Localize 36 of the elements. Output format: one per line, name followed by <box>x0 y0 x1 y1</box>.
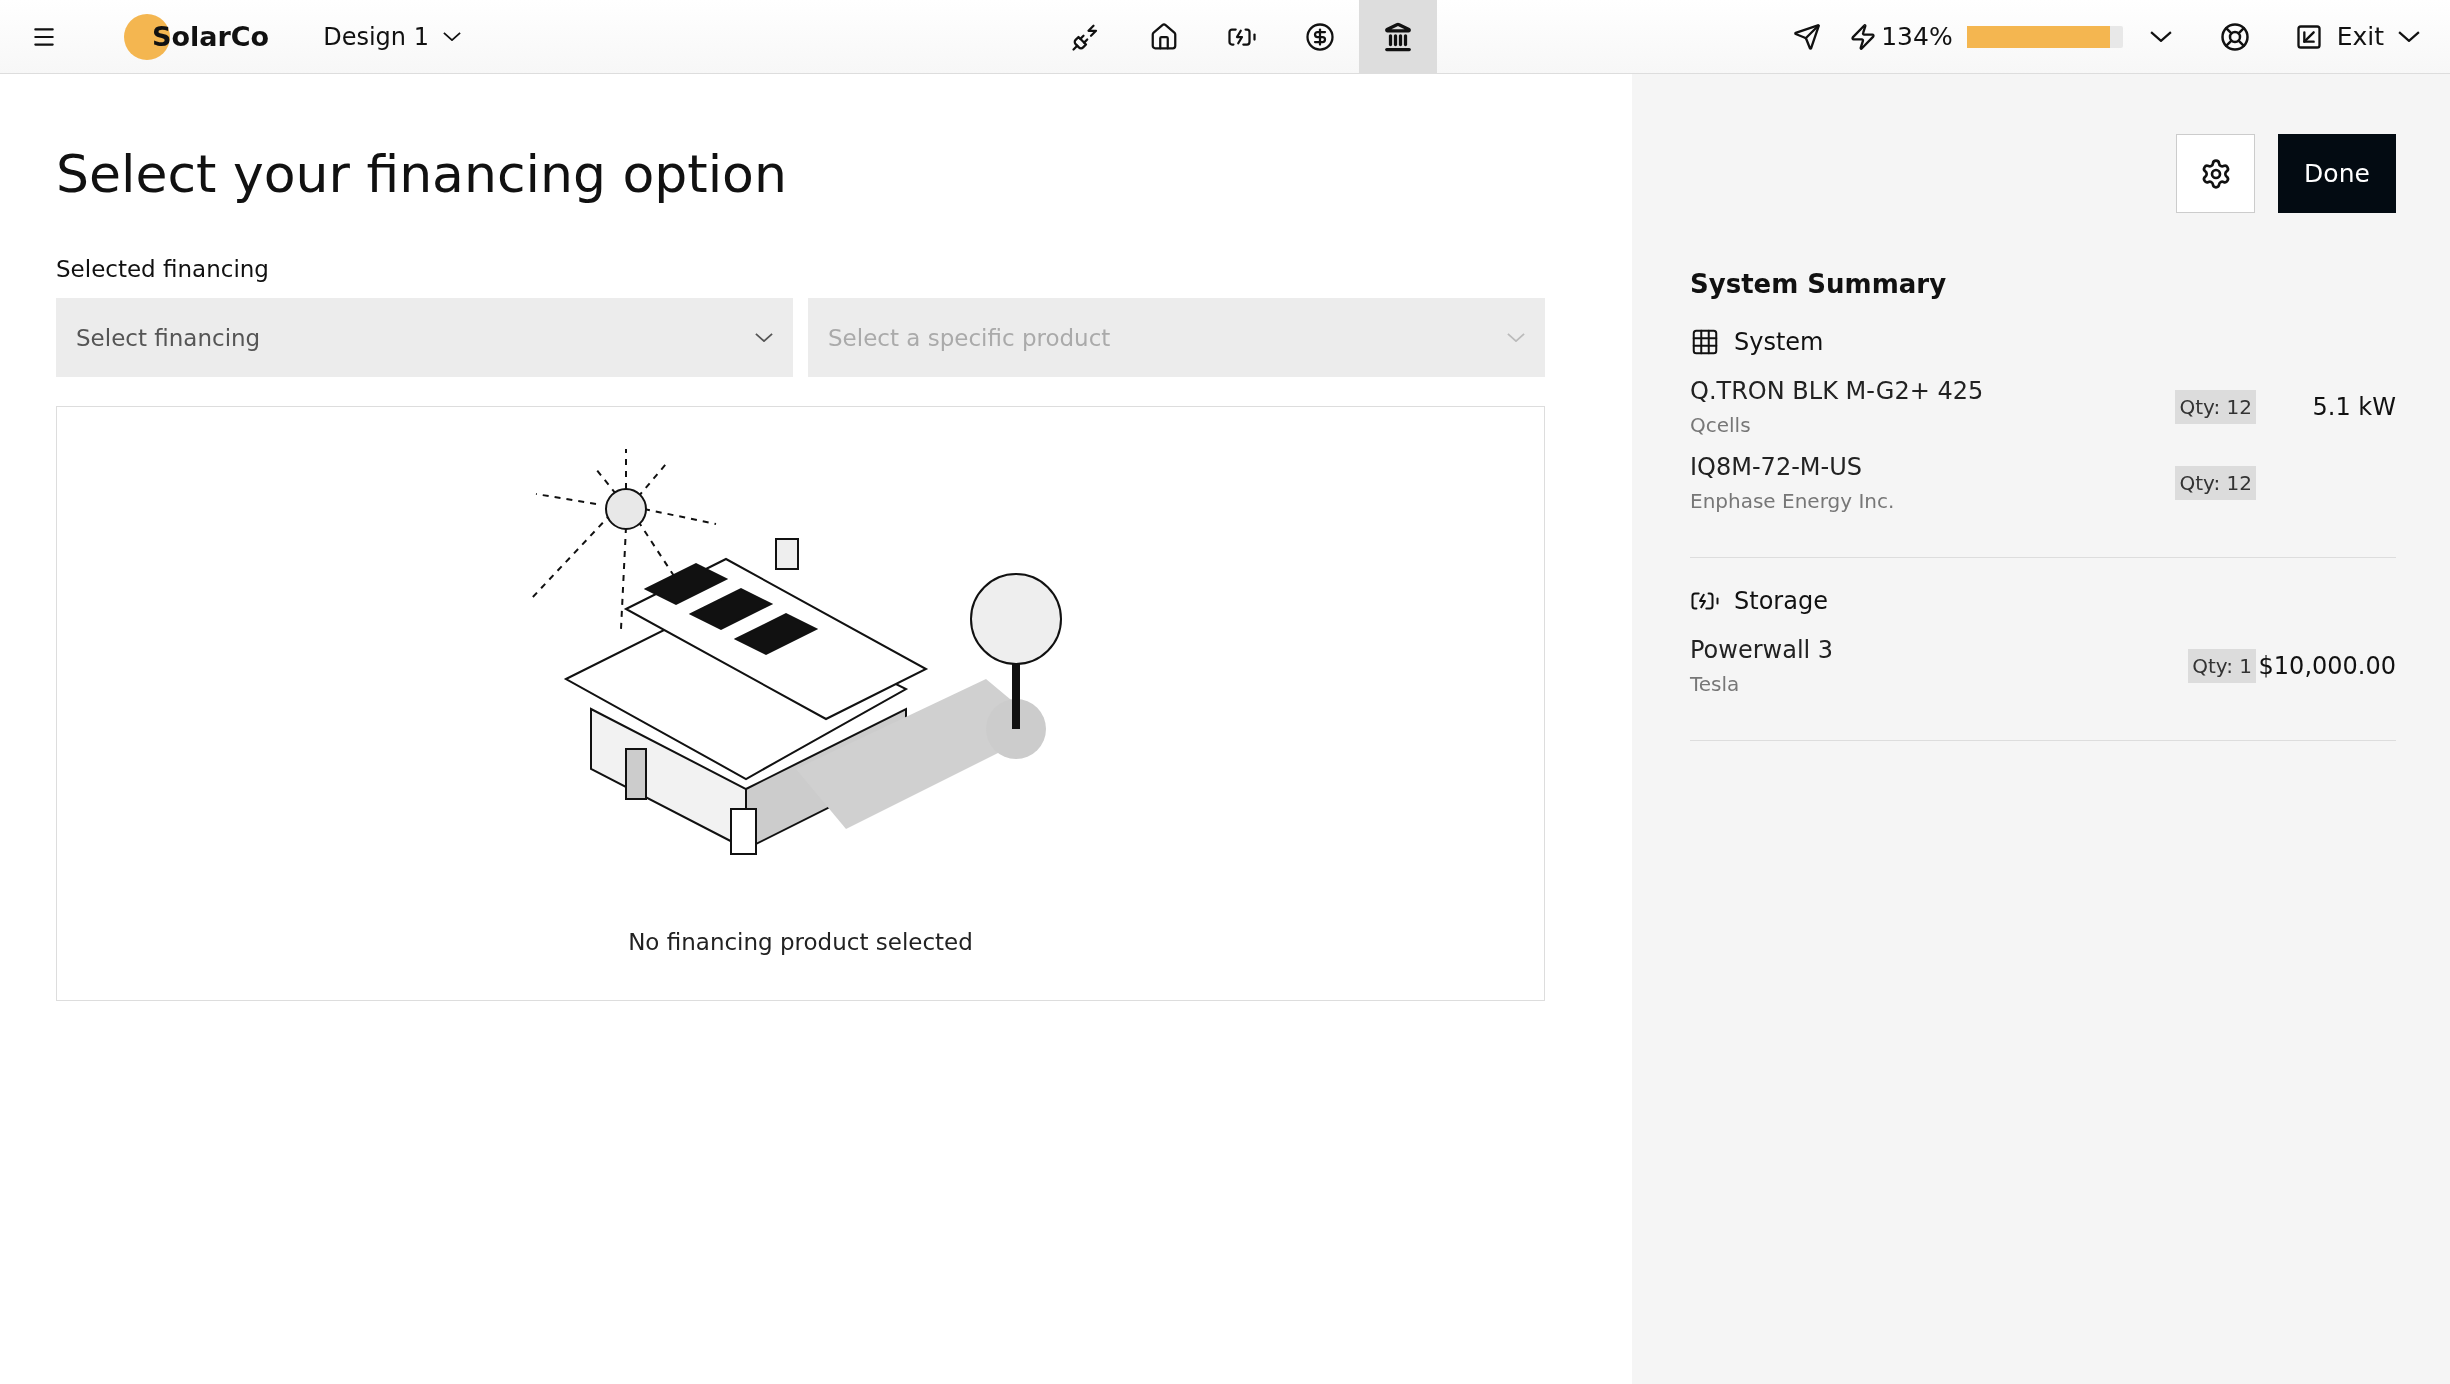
manufacturer-name: Enphase Energy Inc. <box>1690 489 1896 513</box>
quantity-badge: Qty: 12 <box>2175 466 2256 500</box>
help-icon <box>2219 21 2250 52</box>
chevron-down-icon <box>442 32 461 41</box>
settings-button[interactable] <box>2176 134 2255 213</box>
chevron-down-icon <box>1507 333 1525 342</box>
product-name: Q.TRON BLK M-G2+ 425 <box>1690 377 1985 405</box>
bank-icon <box>1383 21 1414 52</box>
product-name: IQ8M-72-M-US <box>1690 453 1863 481</box>
item-value: $10,000.00 <box>2258 652 2396 680</box>
nav-tab[interactable] <box>1359 0 1438 74</box>
exit-button[interactable]: Exit <box>2288 21 2426 52</box>
quantity-badge: Qty: 12 <box>2175 390 2256 424</box>
item-value: 5.1 kW <box>2312 393 2396 421</box>
product-name: Powerwall 3 <box>1690 636 1835 664</box>
section-title: System <box>1734 328 1824 356</box>
chevron-down-icon <box>2149 31 2172 42</box>
section-title: Storage <box>1734 587 1828 615</box>
exit-icon <box>2294 22 2323 51</box>
quantity-badge: Qty: 1 <box>2188 649 2256 683</box>
field-label: Selected financing <box>56 256 270 282</box>
lightning-icon <box>1849 22 1878 51</box>
production-reading: 134% <box>1881 22 1953 51</box>
send-icon <box>1793 22 1822 51</box>
empty-state-text: No financing product selected <box>628 929 973 955</box>
done-button[interactable]: Done <box>2278 134 2396 213</box>
chevron-down-icon <box>2398 31 2420 42</box>
design-dropdown[interactable]: Design 1 <box>317 21 467 52</box>
dollar-icon <box>1305 21 1336 52</box>
chevron-down-icon <box>755 333 773 342</box>
manufacturer-name: Qcells <box>1690 413 1752 437</box>
page-title: Select your financing option <box>56 144 788 204</box>
solar-panel-icon <box>1690 327 1720 357</box>
select-field[interactable]: Select financing <box>56 298 793 377</box>
manufacturer-name: Tesla <box>1690 672 1741 696</box>
summary-title: System Summary <box>1690 269 1948 299</box>
